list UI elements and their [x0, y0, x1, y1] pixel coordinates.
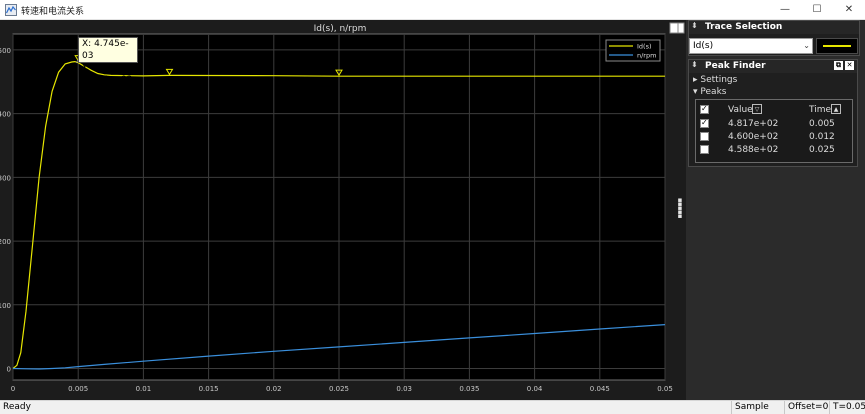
x-tick-label: 0.005 [68, 385, 88, 393]
peak-finder-header: ⇟ Peak Finder ⧉ ✕ [689, 60, 857, 73]
status-sim-time: T=0.050 [829, 401, 865, 414]
x-tick-label: 0.045 [590, 385, 610, 393]
peak-row-checkbox[interactable] [700, 145, 709, 154]
peaks-table: Value ▽ Time ▲ 4.817e+02 0.005 4.600e+02 0.… [695, 99, 853, 163]
peak-value: 4.600e+02 [728, 132, 779, 142]
y-tick-label: 500 [0, 47, 11, 55]
caret-down-icon: ▾ [693, 87, 698, 97]
datatip-y-value: 4.817e+02 [82, 75, 133, 85]
status-ready-text: Ready [3, 402, 31, 412]
y-tick-label: 400 [0, 111, 11, 119]
y-tick-label: 300 [0, 174, 11, 182]
column-header-time[interactable]: Time [809, 105, 831, 115]
trace-selection-header: ⇟ Trace Selection [689, 21, 859, 34]
x-tick-label: 0 [11, 385, 15, 393]
status-sample-mode: Sample based [731, 401, 783, 414]
pin-icon[interactable]: ⇟ [691, 60, 698, 69]
peak-finder-panel: ⇟ Peak Finder ⧉ ✕ ▸ Settings ▾ Peaks Val… [688, 59, 858, 167]
trace-select-value: Id(s) [693, 41, 714, 51]
minimize-button[interactable]: — [770, 0, 800, 20]
sort-ascending-icon[interactable]: ▲ [831, 104, 841, 114]
peak-value: 4.588e+02 [728, 145, 779, 155]
peak-time: 0.012 [809, 132, 835, 142]
x-tick-label: 0.05 [657, 385, 673, 393]
window-title: 转速和电流关系 [21, 7, 85, 17]
x-tick-label: 0.03 [396, 385, 412, 393]
x-tick-label: 0.025 [329, 385, 349, 393]
chevron-down-icon[interactable]: ⌄ [803, 39, 810, 53]
peak-finder-title: Peak Finder [705, 61, 766, 71]
x-tick-label: 0.015 [199, 385, 219, 393]
select-all-checkbox[interactable] [700, 104, 709, 114]
close-button[interactable]: ✕ [834, 0, 864, 20]
trace-selection-panel: ⇟ Trace Selection Id(s) ⌄ [688, 20, 860, 56]
x-tick-label: 0.04 [527, 385, 543, 393]
x-tick-label: 0.035 [459, 385, 479, 393]
x-tick-label: 0.02 [266, 385, 282, 393]
scope-app-icon [5, 4, 17, 16]
datatip-y-label: Y: [82, 63, 90, 73]
x-tick-label: 0.01 [136, 385, 152, 393]
pin-icon[interactable]: ⇟ [691, 21, 698, 30]
status-bar: Ready Sample based Offset=0 T=0.050 [0, 400, 865, 414]
settings-label: Settings [700, 75, 738, 85]
trace-color-swatch [816, 38, 858, 54]
close-icon[interactable]: ✕ [845, 61, 854, 70]
peak-value: 4.817e+02 [728, 119, 779, 129]
peak-row-checkbox[interactable] [700, 118, 709, 128]
panel-resize-handle[interactable]: ▪ ▪ ▪ ▪ ▪ [677, 197, 683, 220]
datatip[interactable]: X: 4.745e-03 Y: 4.817e+02 [78, 37, 138, 85]
trace-select-dropdown[interactable]: Id(s) ⌄ [689, 38, 813, 54]
window-titlebar: 转速和电流关系 — ☐ ✕ [0, 0, 865, 20]
panel-toggle-icon[interactable] [669, 22, 685, 34]
trace-selection-title: Trace Selection [705, 22, 783, 32]
column-header-value[interactable]: Value [728, 105, 753, 115]
settings-section-toggle[interactable]: ▸ Settings [693, 75, 737, 85]
sort-descending-icon[interactable]: ▽ [752, 104, 762, 114]
legend-entry[interactable]: n/rpm [637, 52, 656, 60]
y-tick-label: 200 [0, 238, 11, 246]
trace-color-line [823, 45, 851, 47]
y-tick-label: 0 [7, 366, 11, 374]
legend-entry[interactable]: Id(s) [637, 43, 652, 51]
peaks-label: Peaks [700, 87, 727, 97]
peaks-section-toggle[interactable]: ▾ Peaks [693, 87, 726, 97]
peak-row-checkbox[interactable] [700, 132, 709, 141]
peak-time: 0.005 [809, 119, 835, 129]
caret-right-icon: ▸ [693, 75, 698, 85]
y-tick-label: 100 [0, 302, 11, 310]
undock-icon[interactable]: ⧉ [834, 61, 843, 70]
status-offset: Offset=0 [784, 401, 828, 414]
datatip-x-label: X: [82, 39, 92, 49]
peak-time: 0.025 [809, 145, 835, 155]
maximize-button[interactable]: ☐ [802, 0, 832, 20]
